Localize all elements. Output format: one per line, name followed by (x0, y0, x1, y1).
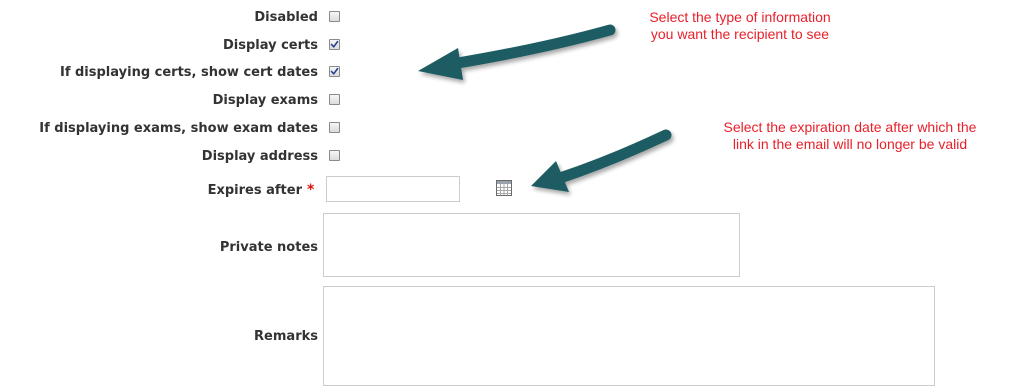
annotation-line: link in the email will no longer be vali… (732, 136, 968, 152)
arrow-to-calendar (531, 129, 672, 192)
private-notes-textarea[interactable] (323, 213, 740, 277)
annotation-line: Select the type of information (649, 9, 831, 25)
display-exams-label: Display exams (212, 93, 318, 108)
display-address-checkbox[interactable] (329, 150, 340, 161)
arrow-to-checkboxes (418, 24, 616, 80)
calendar-icon[interactable] (496, 180, 512, 200)
expires-after-label: Expires after (207, 183, 302, 198)
show-cert-dates-checkbox[interactable] (329, 66, 340, 77)
remarks-textarea[interactable] (323, 286, 935, 386)
expires-after-input[interactable] (326, 176, 460, 202)
annotation-line: Select the expiration date after which t… (723, 119, 977, 135)
display-exams-checkbox[interactable] (329, 94, 340, 105)
disabled-checkbox[interactable] (329, 11, 340, 22)
show-cert-dates-label: If displaying certs, show cert dates (59, 65, 318, 80)
expiration-annotation: Select the expiration date after which t… (680, 119, 1015, 153)
remarks-label: Remarks (254, 329, 318, 344)
private-notes-label: Private notes (219, 240, 318, 255)
checkmark-icon (330, 67, 339, 75)
display-address-label: Display address (201, 149, 318, 164)
display-certs-label: Display certs (222, 38, 318, 53)
show-exam-dates-checkbox[interactable] (329, 122, 340, 133)
required-marker: * (307, 182, 315, 198)
annotation-line: you want the recipient to see (650, 26, 830, 42)
type-info-annotation: Select the type of information you want … (610, 9, 870, 43)
show-exam-dates-label: If displaying exams, show exam dates (39, 121, 318, 136)
disabled-label: Disabled (254, 10, 318, 25)
display-certs-checkbox[interactable] (329, 39, 340, 50)
checkmark-icon (330, 40, 339, 48)
